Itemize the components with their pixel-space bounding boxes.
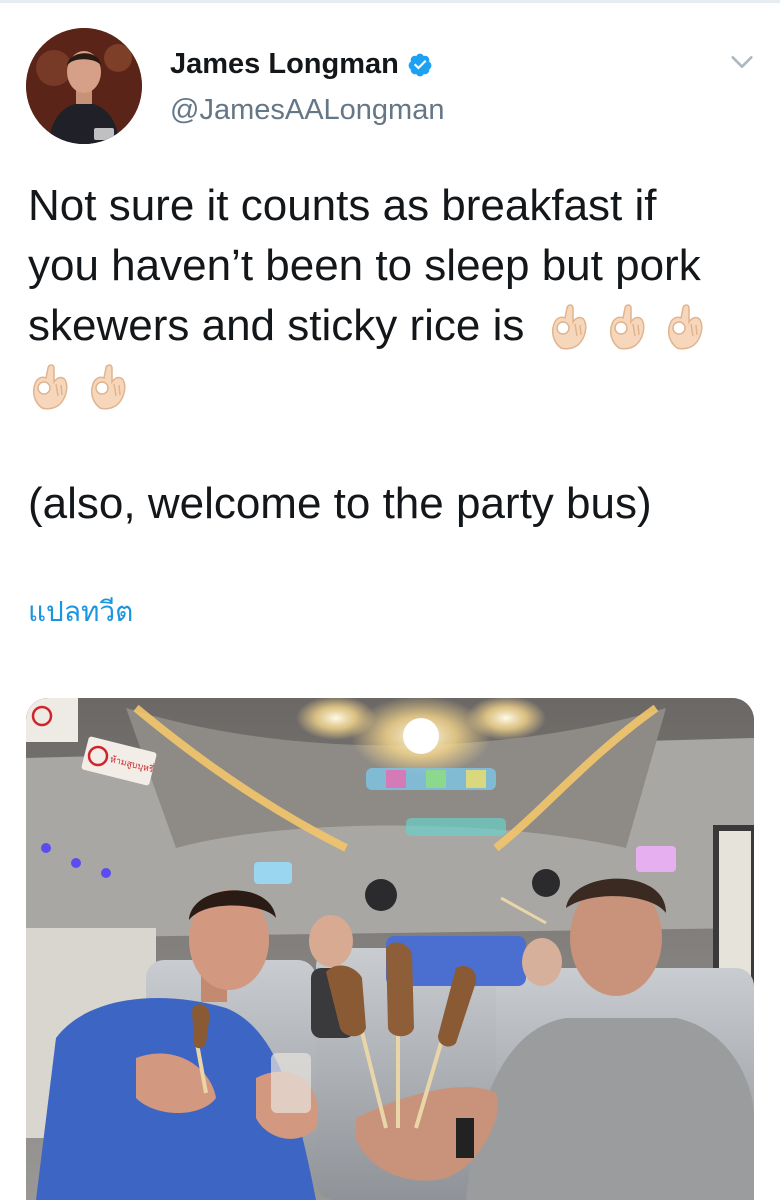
verified-badge-icon <box>408 53 432 76</box>
tweet-line: skewers and sticky rice is <box>28 296 758 356</box>
ok-hand-icon <box>667 304 703 350</box>
top-divider <box>0 0 780 3</box>
tweet-second-paragraph: (also, welcome to the party bus) <box>28 479 652 528</box>
ok-hand-icon <box>609 304 645 350</box>
translate-tweet-link[interactable]: แปลทวีต <box>28 590 133 634</box>
tweet-photo[interactable]: ห้ามสูบบุหรี่ <box>26 698 754 1200</box>
ok-hand-icon <box>32 364 68 410</box>
tweet-line: Not sure it counts as breakfast if <box>28 181 657 230</box>
ok-hand-icon <box>90 364 126 410</box>
tweet-text: Not sure it counts as breakfast if you h… <box>28 176 758 416</box>
emoji-group <box>28 356 758 416</box>
tweet-line-text: skewers and sticky rice is <box>28 301 525 350</box>
author-handle[interactable]: @JamesAALongman <box>170 94 444 127</box>
tweet-line: you haven’t been to sleep but pork <box>28 241 701 290</box>
avatar[interactable] <box>26 28 142 144</box>
ok-hand-icon <box>551 304 587 350</box>
chevron-down-icon[interactable] <box>728 48 756 76</box>
emoji-group <box>547 301 707 350</box>
author-name-row[interactable]: James Longman <box>170 48 433 81</box>
author-display-name[interactable]: James Longman <box>170 48 399 81</box>
